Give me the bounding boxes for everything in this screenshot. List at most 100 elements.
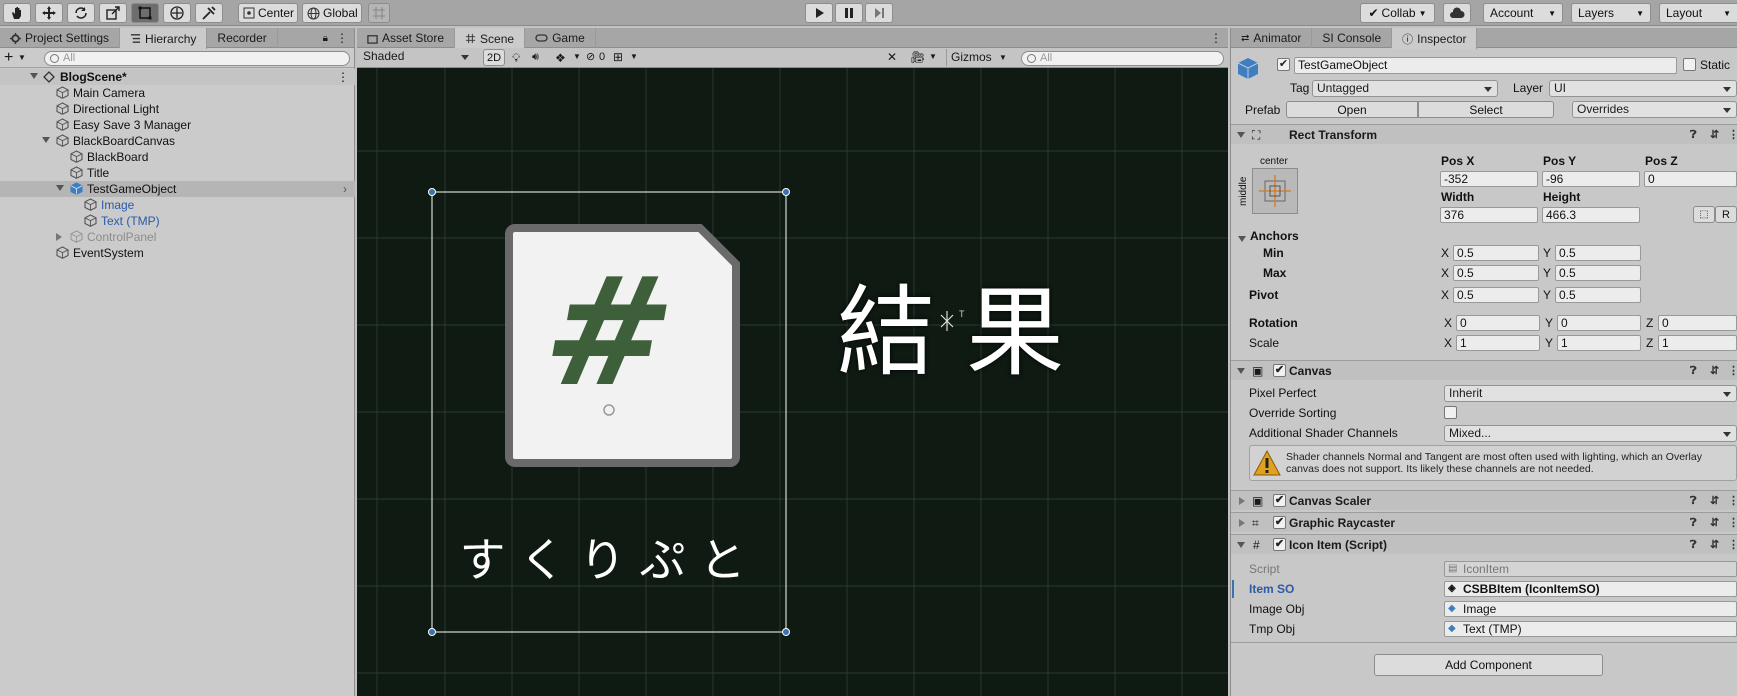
hierarchy-item-title[interactable]: Title — [0, 165, 355, 181]
resize-handle[interactable] — [782, 188, 790, 196]
more-icon[interactable]: ⋮ — [336, 31, 348, 45]
help-icon[interactable]: ❓︎ — [1690, 535, 1697, 555]
tab-scene[interactable]: Scene — [455, 28, 526, 49]
more-icon[interactable]: ⋮ — [1728, 491, 1737, 511]
pivot-x-input[interactable]: 0.5 — [1453, 287, 1539, 303]
transform-tool-button[interactable] — [163, 3, 191, 23]
posy-input[interactable]: -96 — [1542, 171, 1640, 187]
help-icon[interactable]: ❓︎ — [1690, 513, 1697, 533]
collab-dropdown[interactable]: ✔ Collab ▼ — [1360, 3, 1435, 23]
resize-handle[interactable] — [428, 628, 436, 636]
2d-toggle[interactable]: 2D — [483, 49, 505, 66]
tab-animator[interactable]: ⇄ Animator — [1231, 28, 1313, 48]
layout-dropdown[interactable]: Layout ▼ — [1659, 3, 1737, 23]
scale-y-input[interactable]: 1 — [1557, 335, 1641, 351]
hierarchy-item-controlpanel[interactable]: ControlPanel — [0, 229, 355, 245]
more-icon[interactable]: ⋮ — [1728, 361, 1737, 381]
more-icon[interactable]: ⋮ — [1728, 125, 1737, 145]
pivot-mode-button[interactable]: Center — [238, 3, 298, 23]
height-input[interactable]: 466.3 — [1542, 207, 1640, 223]
chevron-down-icon[interactable]: ▼ — [630, 52, 638, 61]
more-icon[interactable]: ⋮ — [1728, 535, 1737, 555]
gizmos-dropdown[interactable]: Gizmos ▼ — [946, 49, 1012, 66]
expand-arrow-icon[interactable] — [1238, 236, 1246, 242]
expand-arrow-icon[interactable] — [56, 233, 62, 241]
tab-hierarchy[interactable]: Hierarchy — [120, 28, 208, 49]
preset-icon[interactable]: ⇵ — [1710, 513, 1719, 533]
scale-tool-button[interactable] — [99, 3, 127, 23]
snap-button[interactable] — [368, 3, 390, 23]
tab-si-console[interactable]: SI Console — [1312, 28, 1393, 48]
custom-tool-button[interactable] — [195, 3, 223, 23]
overrides-dropdown[interactable]: Overrides — [1572, 101, 1737, 118]
scene-search-input[interactable]: All — [1021, 51, 1224, 66]
scale-z-input[interactable]: 1 — [1658, 335, 1737, 351]
layer-dropdown[interactable]: UI — [1549, 80, 1737, 97]
tab-recorder[interactable]: Recorder — [207, 28, 278, 48]
panel-menu[interactable]: ⋮ — [1204, 28, 1228, 48]
chevron-down-icon[interactable]: ▼ — [18, 53, 26, 62]
tools-icon[interactable]: ✕ — [887, 50, 897, 64]
shading-dropdown[interactable]: Shaded — [359, 49, 474, 66]
tag-dropdown[interactable]: Untagged — [1312, 80, 1498, 97]
cloud-button[interactable] — [1443, 3, 1471, 23]
move-tool-button[interactable] — [35, 3, 63, 23]
scene-viewport[interactable]: # すくりぷと 結 果 T — [357, 68, 1228, 696]
expand-arrow-icon[interactable] — [30, 73, 38, 79]
prefab-select-button[interactable]: Select — [1418, 101, 1554, 118]
audio-icon[interactable]: 🔊︎ — [532, 51, 539, 64]
raycaster-checkbox[interactable]: ✔ — [1273, 516, 1286, 529]
more-icon[interactable]: ⋮ — [337, 69, 349, 85]
help-icon[interactable]: ❓︎ — [1690, 361, 1697, 381]
canvas-enabled-checkbox[interactable]: ✔ — [1273, 364, 1286, 377]
rot-x-input[interactable]: 0 — [1456, 315, 1540, 331]
hierarchy-search-input[interactable]: All — [44, 51, 350, 66]
effects-icon[interactable]: ❖ — [555, 51, 566, 65]
icon-item-checkbox[interactable]: ✔ — [1273, 538, 1286, 551]
rotate-tool-button[interactable] — [67, 3, 95, 23]
pixel-perfect-dropdown[interactable]: Inherit — [1444, 385, 1737, 402]
step-button[interactable] — [865, 3, 893, 23]
active-checkbox[interactable]: ✔ — [1277, 58, 1290, 71]
space-mode-button[interactable]: Global — [302, 3, 362, 23]
tab-project-settings[interactable]: Project Settings — [0, 28, 121, 48]
icon-item-header[interactable]: # ✔ Icon Item (Script) ❓︎ ⇵ ⋮ — [1231, 534, 1737, 554]
hierarchy-item-testgameobject[interactable]: TestGameObject › — [0, 181, 355, 197]
preset-icon[interactable]: ⇵ — [1710, 491, 1719, 511]
blueprint-mode-button[interactable]: ⬚ — [1693, 206, 1715, 223]
canvas-scaler-checkbox[interactable]: ✔ — [1273, 494, 1286, 507]
expand-arrow-icon[interactable] — [56, 185, 64, 191]
resize-handle[interactable] — [428, 188, 436, 196]
shader-channels-dropdown[interactable]: Mixed... — [1444, 425, 1737, 442]
preset-icon[interactable]: ⇵ — [1710, 361, 1719, 381]
rect-tool-button[interactable] — [131, 3, 159, 23]
hierarchy-item-image[interactable]: Image — [0, 197, 355, 213]
hierarchy-item-blackboard[interactable]: BlackBoard — [0, 149, 355, 165]
account-dropdown[interactable]: Account ▼ — [1483, 3, 1563, 23]
hierarchy-item-easy-save-manager[interactable]: Easy Save 3 Manager — [0, 117, 355, 133]
more-icon[interactable]: ⋮ — [1210, 31, 1222, 45]
rot-z-input[interactable]: 0 — [1658, 315, 1737, 331]
min-x-input[interactable]: 0.5 — [1453, 245, 1539, 261]
tab-game[interactable]: Game — [525, 28, 596, 48]
hierarchy-item-main-camera[interactable]: Main Camera — [0, 85, 355, 101]
width-input[interactable]: 376 — [1440, 207, 1538, 223]
image-obj-field[interactable]: ◆ Image — [1444, 601, 1737, 617]
tab-inspector[interactable]: ⓘ Inspector — [1392, 28, 1478, 49]
resize-handle[interactable] — [782, 628, 790, 636]
scale-x-input[interactable]: 1 — [1456, 335, 1540, 351]
pivot-y-input[interactable]: 0.5 — [1555, 287, 1641, 303]
tab-asset-store[interactable]: Asset Store — [357, 28, 456, 48]
lightbulb-icon[interactable]: 💡︎ — [512, 51, 520, 66]
hierarchy-item-eventsystem[interactable]: EventSystem — [0, 245, 355, 261]
chevron-right-icon[interactable]: › — [343, 181, 347, 197]
static-checkbox[interactable] — [1683, 58, 1696, 71]
override-sorting-checkbox[interactable] — [1444, 406, 1457, 419]
pause-button[interactable] — [835, 3, 863, 23]
tmp-obj-field[interactable]: ◆ Text (TMP) — [1444, 621, 1737, 637]
camera-icon[interactable]: 🎥︎ — [910, 50, 925, 64]
canvas-header[interactable]: ▣ ✔ Canvas ❓︎ ⇵ ⋮ — [1231, 360, 1737, 380]
panel-menu[interactable]: 🔒︎ ⋮ — [317, 28, 354, 48]
rect-transform-header[interactable]: ⛶ Rect Transform ❓︎ ⇵ ⋮ — [1231, 124, 1737, 144]
hierarchy-item-text-tmp[interactable]: Text (TMP) — [0, 213, 355, 229]
